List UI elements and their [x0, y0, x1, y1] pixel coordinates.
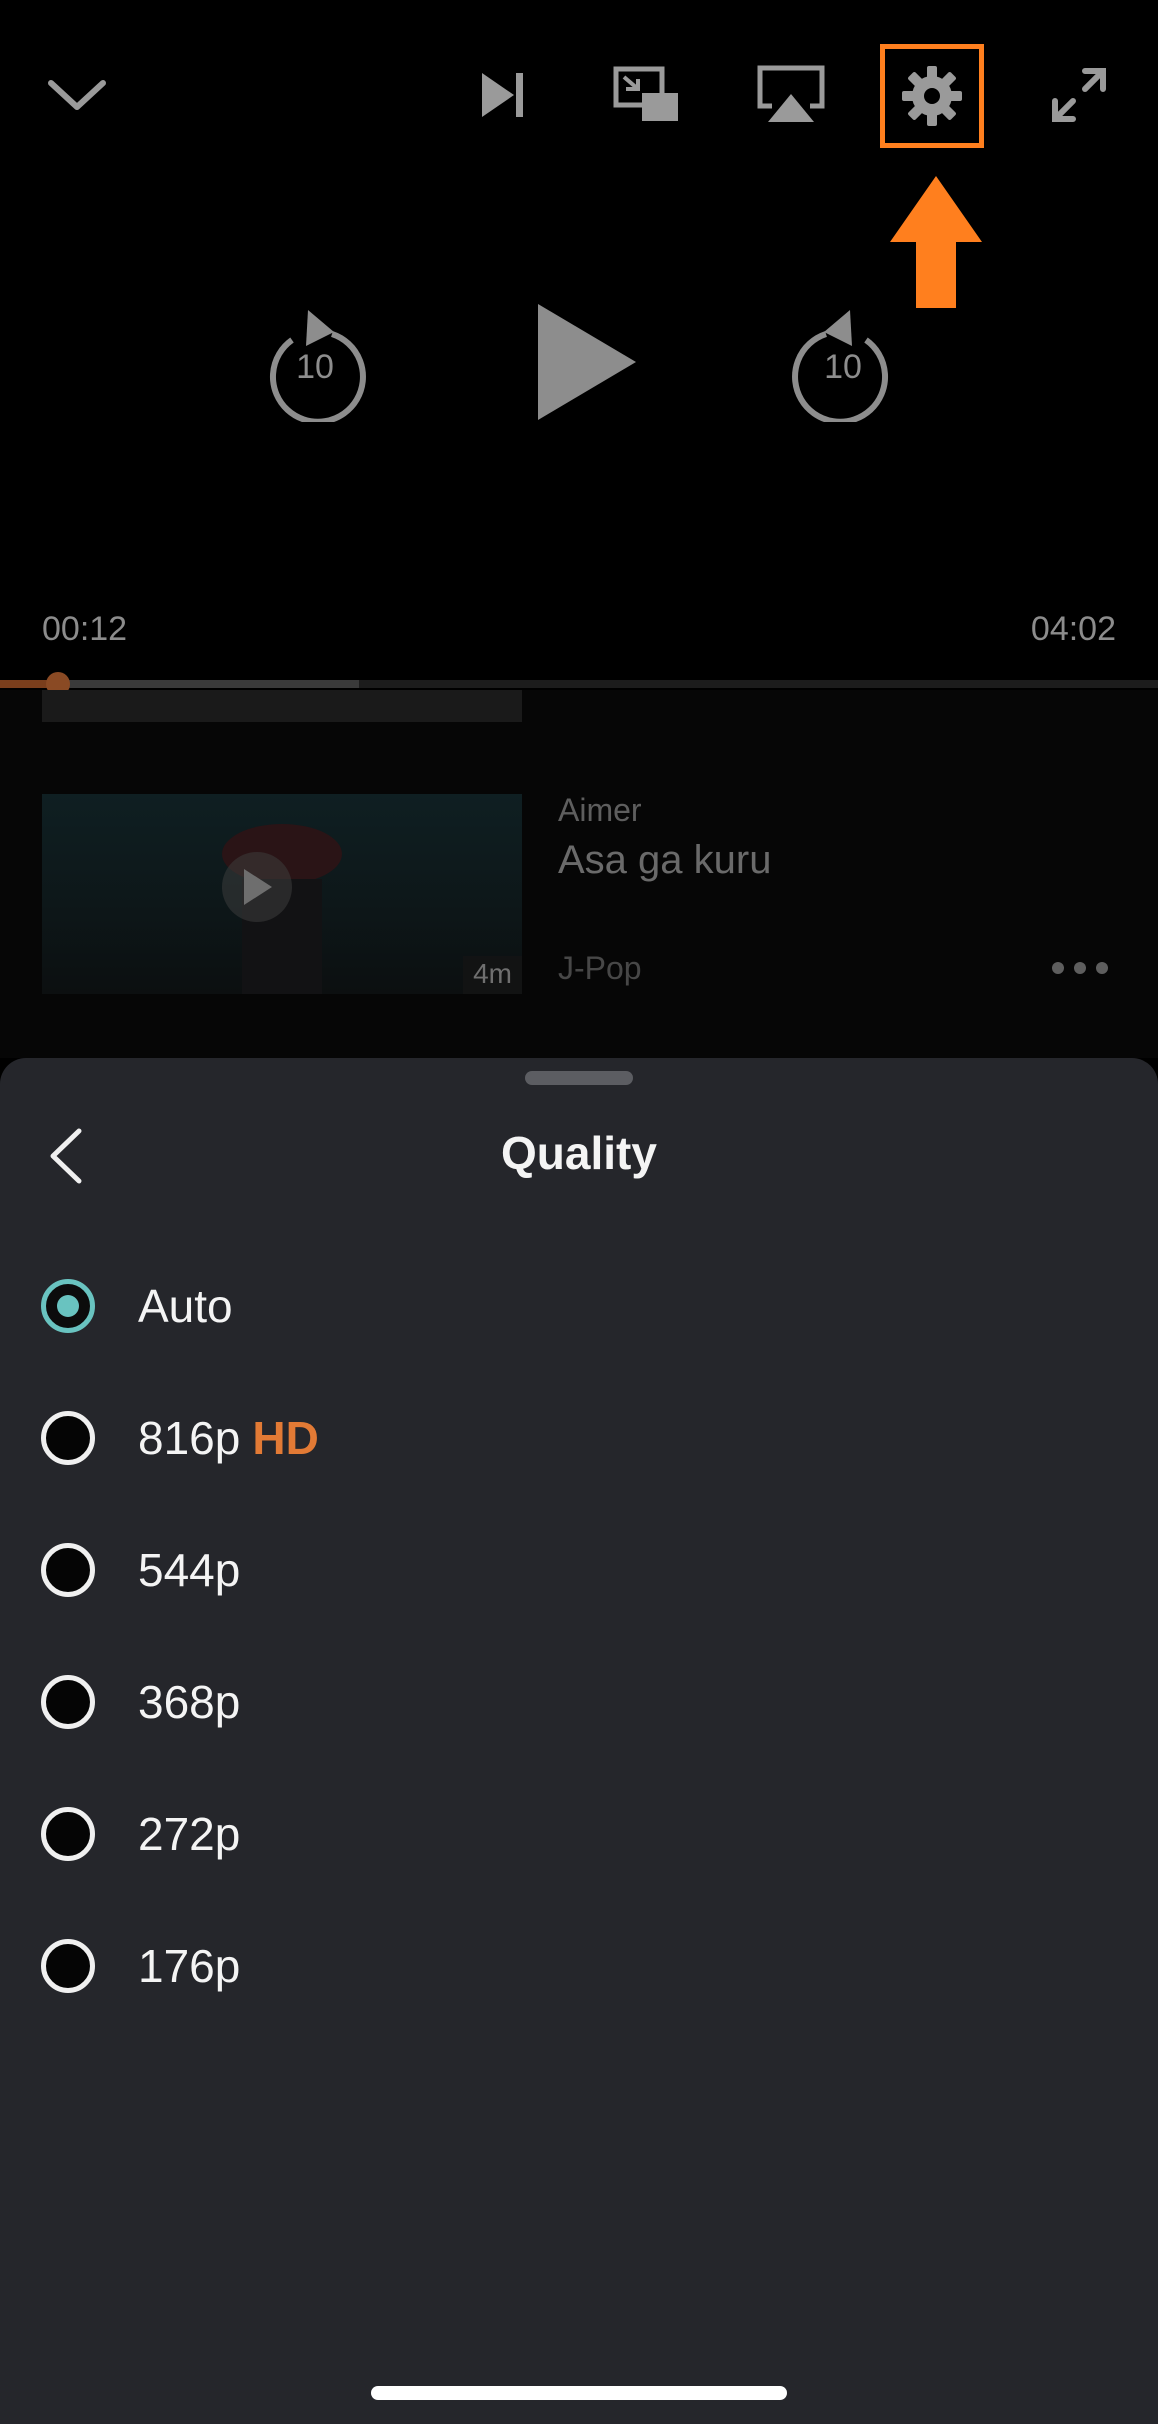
more-options-button[interactable] [1050, 960, 1110, 976]
picture-in-picture-icon [613, 66, 678, 121]
quality-option-label: Auto [138, 1279, 233, 1333]
airplay-button[interactable] [736, 40, 846, 150]
play-button[interactable] [530, 300, 640, 429]
thumbnail-play-button[interactable] [222, 852, 292, 922]
settings-button[interactable] [880, 44, 984, 148]
duration-time: 04:02 [1030, 610, 1116, 648]
picture-in-picture-button[interactable] [592, 40, 702, 150]
duration-badge: 4m [463, 956, 522, 994]
play-icon [538, 304, 636, 420]
replay-seconds-label: 10 [296, 348, 334, 386]
queue-thumbnail[interactable]: 4m [42, 794, 522, 994]
forward-10-button[interactable]: 10 [790, 298, 896, 425]
sheet-title: Quality [501, 1127, 657, 1179]
forward-seconds-label: 10 [824, 348, 862, 386]
airplay-icon [757, 65, 825, 122]
quality-option-text: 176p [138, 1940, 241, 1992]
quality-option[interactable]: 272p [0, 1768, 1158, 1900]
quality-option-text: 368p [138, 1676, 241, 1728]
minimize-player-button[interactable] [22, 40, 132, 150]
fullscreen-button[interactable] [1024, 40, 1134, 150]
up-next-list: 4m Aimer Asa ga kuru J-Pop [0, 690, 1158, 1058]
quality-option-text: 816p [138, 1412, 241, 1464]
queue-item-title: Asa ga kuru [558, 838, 772, 882]
progress-track[interactable] [0, 672, 1158, 696]
quality-option-text: 544p [138, 1544, 241, 1596]
quality-option[interactable]: 544p [0, 1504, 1158, 1636]
quality-option[interactable]: 816p HD [0, 1372, 1158, 1504]
quality-option-text: Auto [138, 1280, 233, 1332]
fullscreen-icon [1052, 68, 1106, 122]
gear-icon [902, 66, 962, 126]
quality-option-label: 368p [138, 1675, 240, 1729]
radio-unselected-icon[interactable] [41, 1675, 95, 1729]
radio-unselected-icon[interactable] [41, 1807, 95, 1861]
quality-option[interactable]: 368p [0, 1636, 1158, 1768]
queue-item-artist: Aimer [558, 792, 642, 828]
radio-unselected-icon[interactable] [41, 1939, 95, 1993]
quality-option-text: 272p [138, 1808, 241, 1860]
replay-10-button[interactable]: 10 [262, 298, 368, 425]
annotation-arrow-icon [890, 176, 982, 308]
quality-option-label: 272p [138, 1807, 240, 1861]
quality-option-label: 816p HD [138, 1411, 319, 1465]
radio-unselected-icon[interactable] [41, 1411, 95, 1465]
sheet-drag-handle[interactable] [525, 1071, 633, 1085]
skip-next-icon [482, 73, 523, 117]
quality-option[interactable]: Auto [0, 1240, 1158, 1372]
previous-item-thumbnail [42, 690, 522, 722]
current-time: 00:12 [42, 610, 128, 648]
radio-selected-icon[interactable] [41, 1279, 95, 1333]
quality-option-label: 544p [138, 1543, 240, 1597]
radio-unselected-icon[interactable] [41, 1543, 95, 1597]
quality-option[interactable]: 176p [0, 1900, 1158, 2032]
skip-next-button[interactable] [448, 40, 558, 150]
home-indicator [371, 2386, 787, 2400]
chevron-down-icon [48, 80, 106, 110]
hd-badge: HD [252, 1412, 319, 1464]
play-icon [244, 869, 272, 905]
more-horizontal-icon [1052, 962, 1108, 974]
queue-item-genre: J-Pop [558, 950, 642, 986]
quality-option-label: 176p [138, 1939, 240, 1993]
